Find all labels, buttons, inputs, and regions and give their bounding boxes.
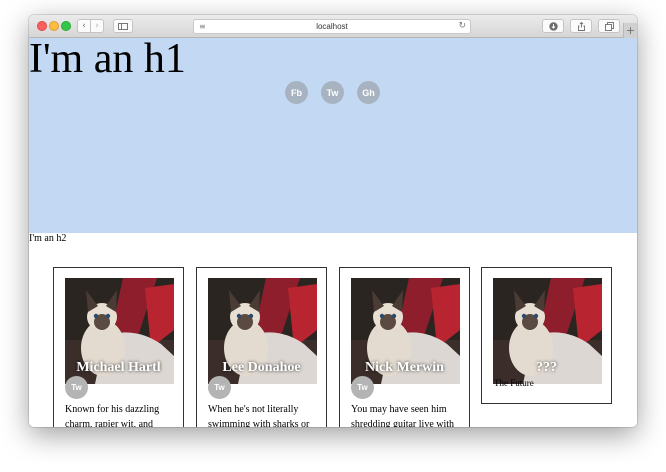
bio-text: When he's not literally swimming with sh… [208, 404, 310, 427]
maximize-window-button[interactable] [61, 21, 71, 31]
twitter-link[interactable]: Tw [321, 81, 344, 104]
minimize-window-button[interactable] [49, 21, 59, 31]
download-icon [548, 21, 558, 31]
twitter-link[interactable]: Tw [65, 376, 88, 399]
github-link[interactable]: Gh [357, 81, 380, 104]
person-name: Nick Merwin [365, 360, 444, 375]
page-title: I'm an h1 [29, 38, 186, 82]
chevron-left-icon: ‹ [82, 20, 86, 31]
tabs-overview-icon [604, 21, 614, 31]
bio-text: You may have seen him shredding guitar l… [351, 404, 455, 427]
sidebar-icon [118, 22, 128, 30]
chevron-right-icon: › [95, 20, 99, 31]
share-icon [577, 21, 585, 31]
bio-card: Lee Donahoe Tw When he's not literally s… [196, 267, 327, 427]
person-name: Michael Hartl [76, 360, 161, 375]
person-name: Lee Donahoe [222, 360, 301, 375]
twitter-link[interactable]: Tw [208, 376, 231, 399]
twitter-link[interactable]: Tw [351, 376, 374, 399]
close-window-button[interactable] [37, 21, 47, 31]
back-button[interactable]: ‹ [77, 19, 91, 33]
bio-text: Known for his dazzling charm, rapier wit… [65, 404, 160, 427]
download-button[interactable] [542, 19, 564, 33]
new-tab-button[interactable]: + [623, 23, 637, 38]
sidebar-toggle-button[interactable] [113, 19, 133, 33]
plus-icon: + [625, 24, 636, 37]
bio-card: ??? The Future [481, 267, 612, 404]
person-name: ??? [536, 360, 557, 375]
address-url: localhost [316, 22, 348, 31]
share-button[interactable] [570, 19, 592, 33]
section-heading: I'm an h2 [29, 233, 67, 244]
reload-icon[interactable]: ↻ [458, 21, 466, 32]
page-viewport: I'm an h1 Fb Tw Gh I'm an h2 Michael Har… [29, 38, 637, 427]
tab-overview-button[interactable] [598, 19, 620, 33]
bio-card: Nick Merwin Tw You may have seen him shr… [339, 267, 470, 427]
facebook-link[interactable]: Fb [285, 81, 308, 104]
card-subtitle: The Future [494, 378, 534, 388]
forward-button[interactable]: › [90, 19, 104, 33]
bio-card: Michael Hartl Tw Known for his dazzling … [53, 267, 184, 427]
address-bar[interactable]: ≡ localhost ↻ [193, 19, 471, 34]
browser-window: ‹ › ≡ localhost ↻ + I'm an h1 Fb Tw Gh I… [29, 15, 637, 427]
browser-toolbar: ‹ › ≡ localhost ↻ + [29, 15, 637, 38]
hero-section: I'm an h1 Fb Tw Gh [29, 38, 637, 233]
